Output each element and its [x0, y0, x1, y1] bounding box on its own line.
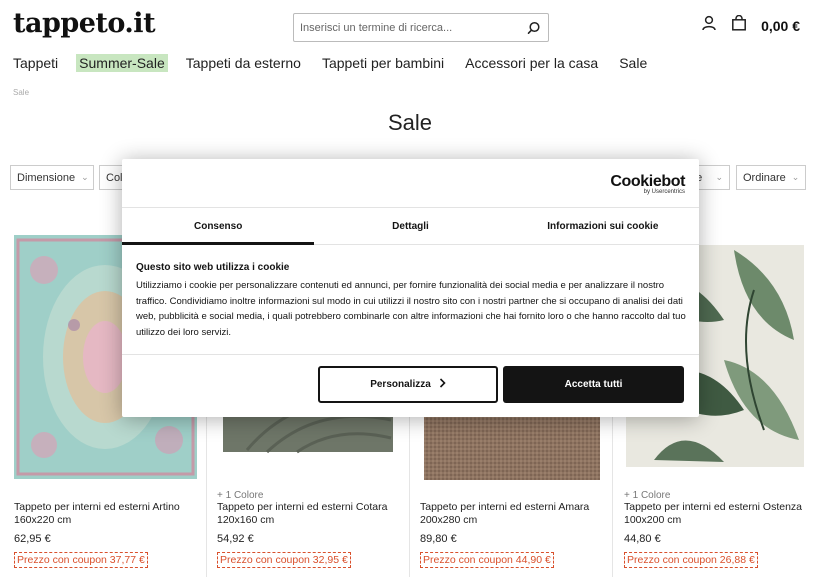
chevron-down-icon: ⌄ [791, 172, 800, 182]
main-nav: Tappeti Summer-Sale Tappeti da esterno T… [13, 54, 665, 72]
product-name[interactable]: Tappeto per interni ed esterni Artino 16… [14, 501, 204, 527]
cookie-body-text: Utilizziamo i cookie per personalizzare … [136, 280, 686, 338]
cart-total[interactable]: 0,00 € [761, 18, 800, 34]
product-price: 62,95 € [14, 533, 51, 545]
cart-icon[interactable] [731, 14, 747, 36]
cookiebot-logo: Cookiebot by Usercentrics [610, 173, 685, 195]
customize-button[interactable]: Personalizza [318, 366, 498, 403]
cookie-heading: Questo sito web utilizza i cookie [136, 262, 290, 273]
filter-sort[interactable]: Ordinare ⌄ [736, 165, 806, 190]
product-price: 54,92 € [217, 533, 254, 545]
header-actions: 0,00 € [701, 14, 800, 36]
filter-dimension[interactable]: Dimensione ⌄ [10, 165, 94, 190]
product-colors: + 1 Colore [217, 490, 264, 501]
divider [122, 354, 699, 355]
tab-details[interactable]: Dettagli [314, 208, 506, 244]
nav-item-tappeti-da-esterno[interactable]: Tappeti da esterno [183, 54, 304, 72]
tab-about-cookies[interactable]: Informazioni sui cookie [507, 208, 699, 244]
chevron-right-icon [439, 378, 446, 391]
accept-all-button[interactable]: Accetta tutti [503, 366, 684, 403]
breadcrumb[interactable]: Sale [13, 88, 29, 97]
chevron-down-icon: ⌄ [715, 172, 723, 182]
tab-consent[interactable]: Consenso [122, 208, 315, 245]
product-colors: + 1 Colore [624, 490, 671, 501]
user-icon[interactable] [701, 15, 717, 36]
nav-item-accessori[interactable]: Accessori per la casa [462, 54, 601, 72]
customize-button-label: Personalizza [370, 379, 431, 390]
nav-item-sale[interactable]: Sale [616, 54, 650, 72]
product-price: 89,80 € [420, 533, 457, 545]
cookie-consent-dialog: Cookiebot by Usercentrics Consenso Detta… [122, 159, 699, 417]
cookie-tabs: Consenso Dettagli Informazioni sui cooki… [122, 207, 699, 245]
site-logo[interactable]: tappeto.it [13, 8, 156, 39]
filter-dimension-label: Dimensione [17, 171, 76, 184]
search-input[interactable] [294, 14, 520, 41]
product-name[interactable]: Tappeto per interni ed esterni Ostenza 1… [624, 501, 814, 527]
page-title: Sale [387, 110, 433, 135]
nav-item-tappeti-per-bambini[interactable]: Tappeti per bambini [319, 54, 447, 72]
nav-item-tappeti[interactable]: Tappeti [13, 54, 61, 72]
product-price: 44,80 € [624, 533, 661, 545]
coupon-badge: Prezzo con coupon 37,77 € [14, 552, 148, 568]
coupon-badge: Prezzo con coupon 26,88 € [624, 552, 758, 568]
search-icon[interactable] [520, 14, 548, 41]
chevron-down-icon: ⌄ [81, 172, 89, 182]
nav-item-summer-sale[interactable]: Summer-Sale [76, 54, 168, 72]
coupon-badge: Prezzo con coupon 44,90 € [420, 552, 554, 568]
filter-sort-label: Ordinare [743, 171, 786, 184]
product-name[interactable]: Tappeto per interni ed esterni Cotara 12… [217, 501, 407, 527]
coupon-badge: Prezzo con coupon 32,95 € [217, 552, 351, 568]
search-bar[interactable] [293, 13, 549, 42]
product-name[interactable]: Tappeto per interni ed esterni Amara 200… [420, 501, 610, 527]
